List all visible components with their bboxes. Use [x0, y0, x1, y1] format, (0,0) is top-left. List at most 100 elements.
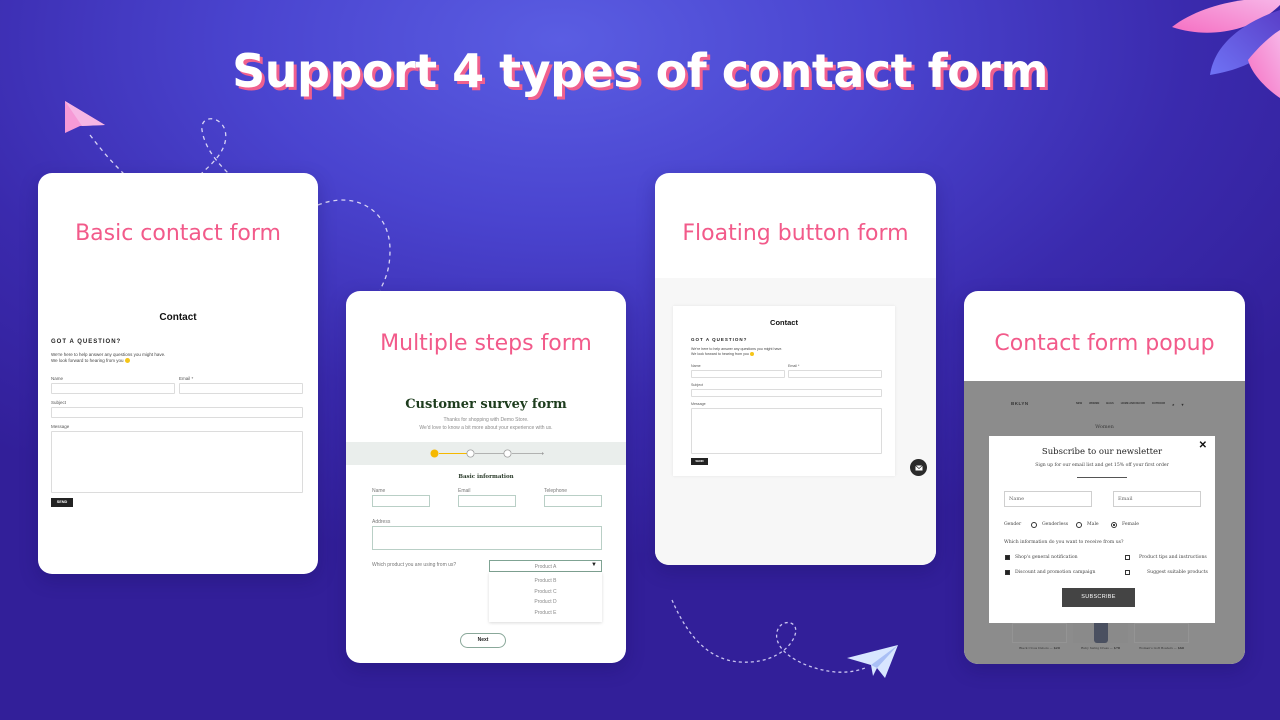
nav-item[interactable]: BAGS — [1106, 402, 1114, 407]
send-button[interactable]: SEND — [691, 458, 708, 465]
step-indicator — [430, 449, 544, 458]
gender-label: Gender — [1004, 522, 1022, 527]
email-input[interactable] — [788, 370, 882, 378]
form-heading: Contact — [159, 312, 197, 323]
email-input[interactable] — [458, 495, 516, 507]
message-label: Message — [51, 424, 70, 429]
email-label: Email * — [179, 376, 194, 381]
form-subheading: GOT A QUESTION? — [691, 337, 748, 342]
email-input[interactable] — [179, 383, 303, 394]
paper-plane-pink-icon — [65, 101, 105, 133]
subject-input[interactable] — [51, 407, 303, 418]
send-button[interactable]: SEND — [51, 498, 73, 507]
checkbox-discount-campaign[interactable] — [1005, 570, 1010, 575]
card-title: Multiple steps form — [380, 331, 592, 356]
chevron-down-icon: ▼ — [591, 562, 597, 568]
card-multiple-steps-form: Multiple steps form Customer survey form… — [346, 291, 626, 663]
product-option[interactable]: Product B — [489, 578, 602, 584]
product-image[interactable] — [1134, 623, 1189, 643]
name-label: Name — [691, 364, 701, 368]
nav-item[interactable]: HOME AND DECOR — [1121, 402, 1145, 407]
product-option[interactable]: Product D — [489, 599, 602, 605]
checkbox-label: Product tips and instructions — [1139, 555, 1207, 560]
modal-title: Subscribe to our newsletter — [1041, 447, 1163, 457]
step-3[interactable] — [503, 449, 512, 458]
intro-line-1: Thanks for shopping with Demo Store. — [443, 417, 529, 423]
section-title: Basic information — [458, 474, 514, 480]
name-input[interactable]: Name — [1004, 491, 1092, 507]
store-logo: BKLYN — [1011, 401, 1029, 406]
page-headline: Support 4 types of contact form — [232, 44, 1048, 98]
contact-form-panel: Contact GOT A QUESTION? We're here to he… — [673, 306, 895, 476]
card-floating-button-form: Floating button form Contact GOT A QUEST… — [655, 173, 936, 565]
nav-item[interactable]: NEW — [1076, 402, 1082, 407]
mail-icon — [914, 464, 923, 470]
search-icon[interactable]: ⌕ — [1172, 402, 1174, 407]
subscribe-button[interactable]: SUBSCRIBE — [1062, 588, 1135, 607]
product-caption: Black Cross Dubois — $20 — [1019, 646, 1060, 650]
form-heading: Contact — [770, 318, 798, 327]
checkbox-label: Suggest suitable products — [1147, 570, 1208, 575]
form-intro: We're here to help answer any questions … — [691, 347, 782, 357]
paper-plane-blue-icon — [847, 645, 898, 678]
product-image[interactable] — [1012, 623, 1067, 643]
newsletter-modal: ✕ Subscribe to our newsletter Sign up fo… — [989, 436, 1215, 623]
card-basic-contact-form: Basic contact form Contact GOT A QUESTIO… — [38, 173, 318, 574]
message-textarea[interactable] — [691, 408, 882, 454]
product-question: Which product you are using from us? — [372, 562, 457, 568]
store-nav: NEW WOMEN BAGS HOME AND DECOR OUTDOOR ⌕ … — [1076, 402, 1183, 407]
name-label: Name — [51, 376, 64, 381]
info-question: Which information do you want to receive… — [1004, 540, 1124, 545]
form-intro: We're here to help answer any questions … — [51, 352, 165, 364]
checkbox-product-tips[interactable] — [1125, 555, 1130, 560]
cart-icon[interactable]: ▾ — [1181, 402, 1183, 407]
radio-genderless[interactable] — [1031, 522, 1037, 528]
nav-item[interactable]: WOMEN — [1089, 402, 1099, 407]
step-2[interactable] — [466, 449, 475, 458]
telephone-label: Telephone — [544, 488, 568, 494]
product-selected-value: Product A — [534, 564, 557, 570]
modal-subtitle: Sign up for our email list and get 15% o… — [1035, 463, 1169, 468]
radio-male[interactable] — [1076, 522, 1082, 528]
divider — [1077, 477, 1127, 478]
telephone-input[interactable] — [544, 495, 602, 507]
address-label: Address — [372, 519, 391, 525]
product-option[interactable]: Product C — [489, 589, 602, 595]
checkbox-general-notification[interactable] — [1005, 555, 1010, 560]
survey-heading: Customer survey form — [405, 397, 567, 412]
radio-female[interactable] — [1111, 522, 1117, 528]
floating-contact-button[interactable] — [910, 459, 927, 476]
subject-label: Subject — [51, 400, 67, 405]
message-label: Message — [691, 402, 706, 406]
subject-label: Subject — [691, 383, 703, 387]
checkbox-label: Shop's general notification — [1015, 555, 1078, 560]
name-input[interactable] — [51, 383, 175, 394]
name-input[interactable] — [372, 495, 430, 507]
subject-input[interactable] — [691, 389, 882, 397]
card-title: Basic contact form — [75, 221, 281, 246]
card-title: Contact form popup — [994, 331, 1215, 356]
radio-label: Genderless — [1042, 522, 1069, 527]
product-dropdown-list: Product B Product C Product D Product E — [489, 572, 602, 622]
product-caption: Woman's Goft Boaters — $60 — [1139, 646, 1184, 650]
message-textarea[interactable] — [51, 431, 303, 493]
address-textarea[interactable] — [372, 526, 602, 550]
smile-emoji-icon — [749, 351, 754, 356]
step-1-active[interactable] — [430, 449, 439, 458]
intro-line-2: We look forward to hearing from you — [691, 351, 749, 356]
radio-label: Male — [1087, 522, 1099, 527]
name-label: Name — [372, 488, 386, 494]
product-caption: Ruby Swing Dress — $78 — [1080, 646, 1121, 650]
checkbox-suggest-products[interactable] — [1125, 570, 1130, 575]
email-label: Email * — [788, 364, 800, 368]
nav-item[interactable]: OUTDOOR — [1152, 402, 1165, 407]
smile-emoji-icon — [124, 358, 130, 364]
product-select[interactable]: Product A ▼ — [489, 560, 602, 572]
radio-label: Female — [1122, 522, 1139, 527]
product-option[interactable]: Product E — [489, 610, 602, 616]
next-button[interactable]: Next — [460, 633, 506, 648]
email-input[interactable]: Email — [1113, 491, 1201, 507]
product-image[interactable] — [1073, 623, 1128, 643]
store-page-title: Women — [1095, 424, 1114, 430]
name-input[interactable] — [691, 370, 785, 378]
